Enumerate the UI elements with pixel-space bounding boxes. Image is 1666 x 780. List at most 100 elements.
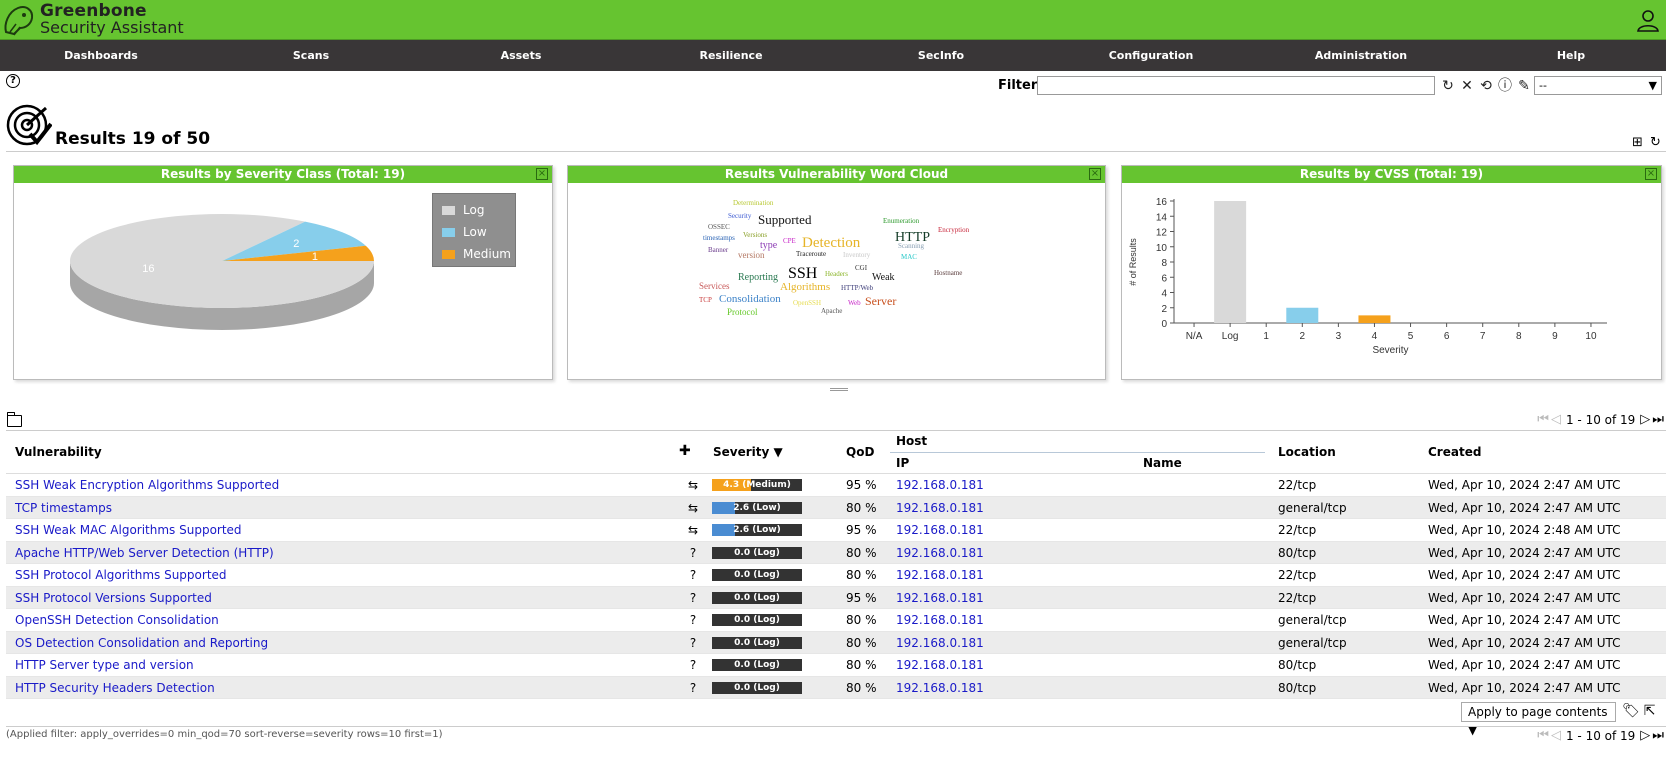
cloud-word[interactable]: Enumeration	[883, 217, 920, 225]
refresh-icon[interactable]: ↻	[1440, 78, 1456, 94]
word-cloud-panel-header[interactable]: Results Vulnerability Word Cloud ×	[568, 166, 1105, 183]
vulnerability-link[interactable]: Apache HTTP/Web Server Detection (HTTP)	[15, 542, 274, 564]
cloud-word[interactable]: TCP	[699, 296, 712, 304]
cloud-word[interactable]: version	[738, 250, 765, 260]
filter-input[interactable]	[1037, 76, 1435, 95]
nav-secinfo[interactable]: SecInfo	[918, 40, 964, 71]
add-dashboard-display-icon[interactable]: ⊞	[1632, 136, 1646, 150]
table-row[interactable]: TCP timestamps ⇆ 2.6 (Low) 80 % 192.168.0.18…	[6, 496, 1666, 519]
cloud-word[interactable]: Inventory	[843, 251, 871, 259]
cloud-word[interactable]: Web	[848, 299, 861, 307]
host-ip-link[interactable]: 192.168.0.181	[896, 654, 984, 676]
vulnerability-link[interactable]: SSH Weak Encryption Algorithms Supported	[15, 474, 279, 496]
table-row[interactable]: HTTP Server type and version? 0.0 (Log) 80…	[6, 654, 1666, 677]
cloud-word[interactable]: Services	[699, 281, 730, 291]
cloud-word[interactable]: Protocol	[727, 307, 758, 317]
vulnerability-link[interactable]: SSH Weak MAC Algorithms Supported	[15, 519, 242, 541]
tag-icon[interactable]: 🏷	[1622, 703, 1640, 719]
apply-to-select[interactable]: Apply to page contents ▼	[1461, 702, 1616, 737]
cloud-word[interactable]: Headers	[825, 270, 848, 278]
last-page-icon[interactable]: ⏭	[1652, 412, 1664, 428]
nav-assets[interactable]: Assets	[501, 40, 542, 71]
next-page-icon[interactable]: ▷	[1640, 728, 1650, 744]
folder-icon[interactable]	[7, 412, 22, 427]
vulnerability-link[interactable]: OpenSSH Detection Consolidation	[15, 609, 219, 631]
dashboard-resize-handle[interactable]	[830, 388, 848, 391]
cloud-word[interactable]: Versions	[743, 231, 767, 239]
host-ip-link[interactable]: 192.168.0.181	[896, 474, 984, 496]
nav-help[interactable]: Help	[1557, 40, 1585, 71]
clear-filter-icon[interactable]: ✕	[1459, 78, 1475, 94]
nav-dashboards[interactable]: Dashboards	[64, 40, 138, 71]
legend-item-low[interactable]: Low	[442, 224, 487, 240]
host-ip-link[interactable]: 192.168.0.181	[896, 564, 984, 586]
nav-configuration[interactable]: Configuration	[1109, 40, 1194, 71]
host-ip-link[interactable]: 192.168.0.181	[896, 609, 984, 631]
col-created[interactable]: Created	[1428, 445, 1481, 459]
legend-item-log[interactable]: Log	[442, 202, 484, 218]
severity-class-panel-header[interactable]: Results by Severity Class (Total: 19) ×	[14, 166, 552, 183]
table-row[interactable]: HTTP Security Headers Detection? 0.0 (Log…	[6, 676, 1666, 699]
cloud-word[interactable]: Encryption	[938, 226, 970, 234]
vulnerability-link[interactable]: HTTP Security Headers Detection	[15, 677, 215, 699]
cloud-word[interactable]: OSSEC	[708, 223, 730, 231]
cloud-word[interactable]: Consolidation	[719, 293, 781, 305]
cloud-word[interactable]: Reporting	[738, 272, 778, 283]
vulnerability-link[interactable]: SSH Protocol Versions Supported	[15, 587, 212, 609]
cloud-word[interactable]: Detection	[802, 235, 861, 251]
close-icon[interactable]: ×	[1645, 168, 1657, 180]
host-ip-link[interactable]: 192.168.0.181	[896, 677, 984, 699]
bar-2[interactable]	[1286, 307, 1319, 323]
export-icon[interactable]: ⇱	[1644, 703, 1656, 719]
cloud-word[interactable]: Weak	[872, 272, 895, 283]
cloud-word[interactable]: HTTP/Web	[841, 284, 874, 292]
host-ip-link[interactable]: 192.168.0.181	[896, 542, 984, 564]
next-page-icon[interactable]: ▷	[1640, 412, 1650, 428]
cloud-word[interactable]: timestamps	[703, 234, 735, 242]
table-row[interactable]: SSH Protocol Versions Supported? 0.0 (Log…	[6, 586, 1666, 609]
table-row[interactable]: SSH Weak MAC Algorithms Supported ⇆ 2.6 (L…	[6, 519, 1666, 542]
table-row[interactable]: Apache HTTP/Web Server Detection (HTTP)?…	[6, 541, 1666, 564]
bar-4[interactable]	[1358, 315, 1391, 323]
first-page-icon[interactable]: ⏮	[1537, 412, 1549, 428]
table-row[interactable]: OpenSSH Detection Consolidation? 0.0 (Log…	[6, 609, 1666, 632]
host-ip-link[interactable]: 192.168.0.181	[896, 497, 984, 519]
saved-filter-select[interactable]: -- ▼	[1534, 76, 1662, 95]
first-page-icon[interactable]: ⏮	[1537, 728, 1549, 744]
cloud-word[interactable]: SSH	[788, 265, 818, 282]
cloud-word[interactable]: Traceroute	[796, 250, 826, 258]
user-menu-icon[interactable]	[1636, 8, 1660, 32]
cloud-word[interactable]: Hostname	[934, 269, 962, 277]
greenbone-logo-icon[interactable]	[2, 2, 36, 38]
cloud-word[interactable]: Determination	[733, 199, 774, 207]
nav-resilience[interactable]: Resilience	[699, 40, 762, 71]
cloud-word[interactable]: MAC	[901, 253, 917, 261]
legend-item-medium[interactable]: Medium	[442, 246, 511, 262]
vulnerability-link[interactable]: OS Detection Consolidation and Reporting	[15, 632, 268, 654]
cloud-word[interactable]: Security	[728, 212, 752, 220]
col-location[interactable]: Location	[1278, 445, 1336, 459]
last-page-icon[interactable]: ⏭	[1652, 728, 1664, 744]
col-ip[interactable]: IP	[896, 456, 909, 470]
close-icon[interactable]: ×	[1089, 168, 1101, 180]
host-ip-link[interactable]: 192.168.0.181	[896, 519, 984, 541]
cloud-word[interactable]: CGI	[855, 264, 868, 272]
previous-page-icon[interactable]: ◁	[1551, 412, 1561, 428]
nav-scans[interactable]: Scans	[293, 40, 329, 71]
col-name[interactable]: Name	[1143, 456, 1182, 470]
table-row[interactable]: SSH Weak Encryption Algorithms Supported…	[6, 474, 1666, 497]
close-icon[interactable]: ×	[536, 168, 548, 180]
host-ip-link[interactable]: 192.168.0.181	[896, 587, 984, 609]
table-row[interactable]: OS Detection Consolidation and Reporting…	[6, 631, 1666, 654]
vulnerability-link[interactable]: HTTP Server type and version	[15, 654, 194, 676]
cloud-word[interactable]: Scanning	[898, 242, 925, 250]
col-vulnerability[interactable]: Vulnerability	[15, 445, 102, 459]
cloud-word[interactable]: Apache	[821, 307, 842, 315]
col-severity[interactable]: Severity ▼	[713, 445, 783, 459]
edit-filter-icon[interactable]: ✎	[1516, 78, 1532, 94]
vulnerability-link[interactable]: SSH Protocol Algorithms Supported	[15, 564, 227, 586]
cloud-word[interactable]: Algorithms	[780, 281, 830, 293]
reset-filter-icon[interactable]: ⟲	[1478, 78, 1494, 94]
cvss-panel-header[interactable]: Results by CVSS (Total: 19) ×	[1122, 166, 1661, 183]
filter-help-icon[interactable]: ⓘ	[1497, 78, 1513, 94]
